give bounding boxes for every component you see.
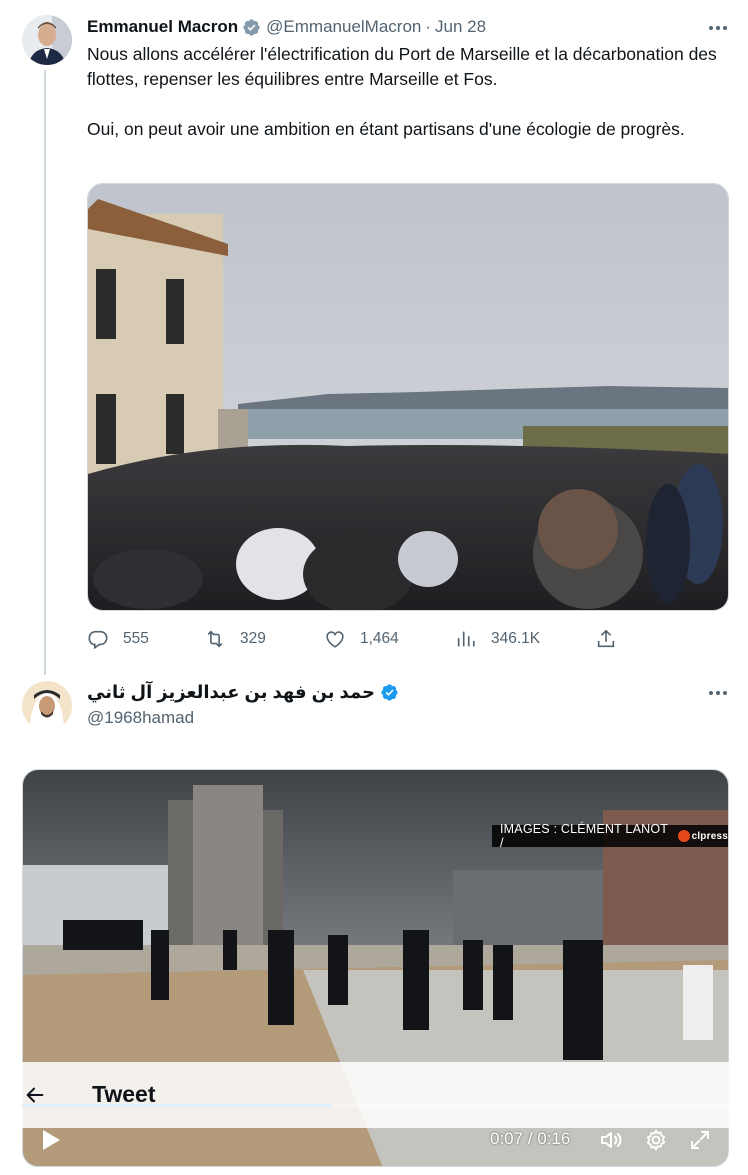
like-button[interactable]: 1,464 (324, 628, 399, 650)
tweet-paragraph-1: Nous allons accélérer l'électrification … (87, 44, 717, 89)
settings-gear-icon[interactable] (644, 1128, 668, 1152)
avatar-hamad[interactable] (22, 681, 72, 731)
heart-icon (326, 631, 344, 648)
video-current-time: 0:07 (490, 1129, 524, 1148)
verified-badge-icon (380, 683, 399, 702)
more-options-icon[interactable] (707, 18, 729, 38)
views-count: 346.1K (491, 630, 541, 647)
tweet-macron[interactable]: Emmanuel Macron @EmmanuelMacron · Jun 28… (0, 0, 748, 676)
views-chart-icon (457, 631, 475, 647)
retweet-count: 329 (240, 630, 266, 647)
verified-badge-icon (242, 18, 261, 37)
retweet-icon (207, 630, 223, 648)
tweet2-header: حمد بن فهد بن عبدالعزيز آل ثاني (87, 682, 404, 703)
volume-icon[interactable] (599, 1128, 623, 1152)
video-time-separator: / (527, 1129, 533, 1148)
crowd-photo-illustration (88, 184, 728, 610)
page-title: Tweet (92, 1081, 156, 1107)
separator-dot: · (425, 17, 432, 36)
share-button[interactable] (595, 628, 631, 650)
tweet-header: Emmanuel Macron @EmmanuelMacron · Jun 28 (87, 17, 486, 37)
more-options-icon[interactable] (707, 683, 729, 703)
tweet-actions: 555 329 1,464 346.1K (87, 628, 727, 654)
back-arrow-icon[interactable] (24, 1084, 46, 1106)
thread-connector-line (44, 70, 46, 675)
fullscreen-icon[interactable] (688, 1128, 712, 1152)
reply-button[interactable]: 555 (87, 628, 149, 650)
author-name-arabic[interactable]: حمد بن فهد بن عبدالعزيز آل ثاني (87, 682, 375, 703)
video-credit-overlay: IMAGES : CLÉMENT LANOT / clpress (492, 822, 728, 850)
views-button[interactable]: 346.1K (455, 628, 540, 650)
press-logo-icon (677, 830, 690, 842)
author-handle[interactable]: @EmmanuelMacron (266, 17, 421, 37)
reply-count: 555 (123, 630, 149, 647)
play-icon[interactable] (40, 1128, 62, 1152)
video-credit-text: IMAGES : CLÉMENT LANOT / (500, 822, 668, 850)
press-logo-text: clpress (691, 830, 728, 842)
author-name[interactable]: Emmanuel Macron (87, 17, 238, 37)
tweet-paragraph-2: Oui, on peut avoir une ambition en étant… (87, 119, 685, 139)
video-time: 0:07 / 0:16 (490, 1129, 570, 1149)
share-icon (597, 629, 615, 648)
tweet-text: Nous allons accélérer l'électrification … (87, 42, 727, 142)
author-handle[interactable]: @1968hamad (87, 708, 194, 728)
tweet-date[interactable]: Jun 28 (435, 17, 486, 37)
tweet-photo[interactable] (87, 183, 729, 611)
retweet-button[interactable]: 329 (204, 628, 266, 650)
like-count: 1,464 (360, 630, 399, 647)
tweet2-handle-row: @1968hamad (87, 708, 194, 728)
avatar-macron[interactable] (22, 15, 72, 65)
press-logo: clpress (677, 830, 728, 842)
reply-icon (88, 630, 108, 650)
video-duration: 0:16 (537, 1129, 571, 1148)
sticky-page-header: Tweet (0, 1062, 748, 1128)
